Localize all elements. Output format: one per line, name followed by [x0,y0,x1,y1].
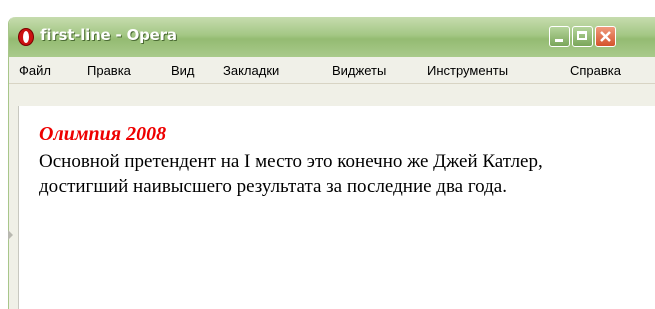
close-icon [600,31,611,42]
menu-item-tools[interactable]: Инструменты [427,63,508,78]
maximize-icon [577,31,587,40]
minimize-icon [555,39,563,42]
menu-item-file[interactable]: Файл [19,63,51,78]
minimize-button[interactable] [549,26,570,47]
menu-bar: Файл Правка Вид Закладки Виджеты Инструм… [9,57,655,84]
opera-logo-icon[interactable] [17,27,35,47]
maximize-button[interactable] [572,26,593,47]
title-bar[interactable]: first-line - Opera [9,17,655,57]
page-content: Олимпия 2008 Основной претендент на I ме… [18,106,655,309]
menu-item-edit[interactable]: Правка [87,63,131,78]
close-button[interactable] [595,26,616,47]
page-heading: Олимпия 2008 [39,123,167,145]
menu-item-widgets[interactable]: Виджеты [332,63,386,78]
menu-item-bookmarks[interactable]: Закладки [223,63,279,78]
window-title: first-line - Opera [40,26,177,44]
menu-item-view[interactable]: Вид [171,63,195,78]
panel-toggle-arrow-icon[interactable] [8,230,13,240]
menu-item-help[interactable]: Справка [570,63,621,78]
page-paragraph: Основной претендент на I место это конеч… [39,151,543,197]
